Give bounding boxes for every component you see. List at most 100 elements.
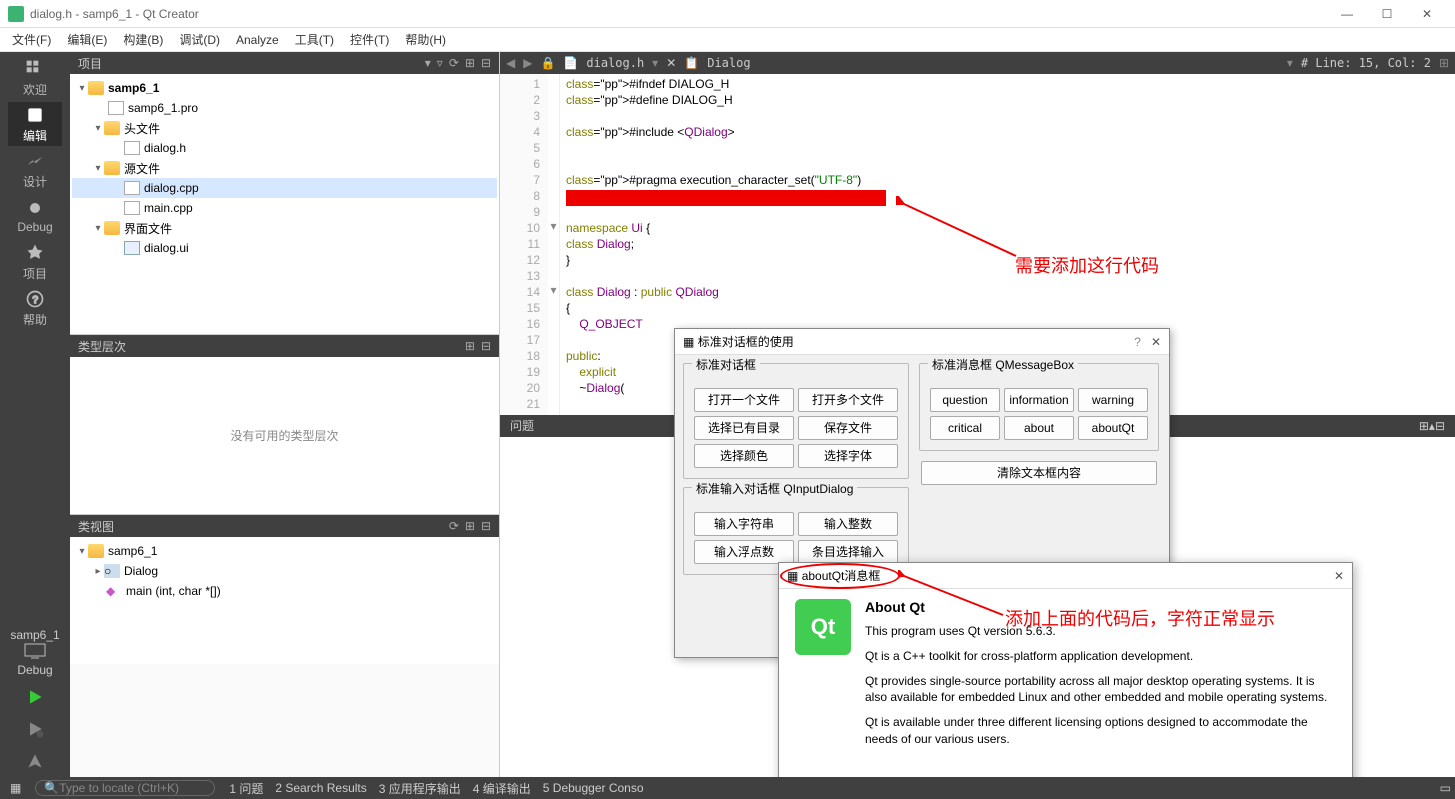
- line-info: # Line: 15, Col: 2: [1301, 56, 1431, 70]
- sync-icon[interactable]: ⟳: [449, 56, 459, 70]
- annotation-1: 需要添加这行代码: [1015, 252, 1159, 278]
- mode-design[interactable]: 设计: [8, 148, 62, 192]
- tree-pro[interactable]: samp6_1.pro: [72, 98, 497, 118]
- btn-in-item[interactable]: 条目选择输入: [798, 540, 898, 564]
- btn-aboutqt[interactable]: aboutQt: [1078, 416, 1148, 440]
- dlg1-icon: ▦: [683, 335, 694, 349]
- btn-critical[interactable]: critical: [930, 416, 1000, 440]
- build-button[interactable]: [15, 745, 55, 777]
- highlight-line: [566, 190, 886, 206]
- btn-in-int[interactable]: 输入整数: [798, 512, 898, 536]
- hierarchy-empty: 没有可用的类型层次: [70, 357, 499, 514]
- btn-warn[interactable]: warning: [1078, 388, 1148, 412]
- app-icon: [8, 6, 24, 22]
- sb-tab1[interactable]: 1 问题: [229, 780, 263, 797]
- menu-edit[interactable]: 编辑(E): [67, 31, 107, 48]
- nav-back-icon[interactable]: ◀: [506, 56, 515, 70]
- editor-filename[interactable]: dialog.h: [586, 56, 644, 70]
- sb-tab3[interactable]: 3 应用程序输出: [379, 780, 461, 797]
- project-tree: ▾samp6_1 samp6_1.pro ▾头文件 dialog.h ▾源文件 …: [70, 74, 499, 334]
- editor-crumb[interactable]: Dialog: [707, 56, 750, 70]
- sb-tab2[interactable]: 2 Search Results: [275, 781, 366, 795]
- dlg1-title: 标准对话框的使用: [698, 333, 794, 350]
- tree-sources[interactable]: ▾源文件: [72, 158, 497, 178]
- editor-tabs: ◀ ▶ 🔒 📄 dialog.h ▾ ✕ 📋 Dialog ▾ # Line: …: [500, 52, 1455, 74]
- tree-forms[interactable]: ▾界面文件: [72, 218, 497, 238]
- cv-icon[interactable]: ⟳: [449, 519, 459, 533]
- about-p3: Qt provides single-source portability ac…: [865, 673, 1335, 707]
- btn-open-one[interactable]: 打开一个文件: [694, 388, 794, 412]
- tree-root[interactable]: ▾samp6_1: [72, 78, 497, 98]
- btn-about[interactable]: about: [1004, 416, 1074, 440]
- menu-widget[interactable]: 控件(T): [350, 31, 389, 48]
- menu-tools[interactable]: 工具(T): [295, 31, 334, 48]
- classview-title: 类视图⟳⊞⊟: [70, 515, 499, 537]
- group-msgbox: 标准消息框 QMessageBox questioninformationwar…: [919, 363, 1159, 451]
- cv-root[interactable]: ▾samp6_1: [72, 541, 497, 561]
- btn-info[interactable]: information: [1004, 388, 1074, 412]
- btn-save[interactable]: 保存文件: [798, 416, 898, 440]
- titlebar: dialog.h - samp6_1 - Qt Creator — ☐ ✕: [0, 0, 1455, 28]
- mode-debug[interactable]: Debug: [8, 194, 62, 238]
- build-target[interactable]: samp6_1 Debug: [5, 624, 65, 681]
- menu-debug[interactable]: 调试(D): [179, 31, 220, 48]
- nav-fwd-icon[interactable]: ▶: [523, 56, 532, 70]
- cv-c1[interactable]: ▸○Dialog: [72, 561, 497, 581]
- sb-tab4[interactable]: 4 编译输出: [473, 780, 531, 797]
- menu-analyze[interactable]: Analyze: [236, 33, 279, 47]
- dlg1-close-icon[interactable]: ✕: [1151, 335, 1161, 349]
- close-panel-icon[interactable]: ⊟: [481, 56, 491, 70]
- btn-font[interactable]: 选择字体: [798, 444, 898, 468]
- close-button[interactable]: ✕: [1407, 7, 1447, 21]
- locator-input[interactable]: 🔍 Type to locate (Ctrl+K): [35, 780, 215, 796]
- maximize-button[interactable]: ☐: [1367, 7, 1407, 21]
- dlg2-titlebar: ▦ aboutQt消息框 ✕: [779, 563, 1352, 589]
- btn-open-many[interactable]: 打开多个文件: [798, 388, 898, 412]
- mode-sidebar: 欢迎 编辑 设计 Debug 项目 ?帮助 samp6_1 Debug: [0, 52, 70, 777]
- sb-progress-icon[interactable]: ▭: [1440, 781, 1451, 795]
- mode-project[interactable]: 项目: [8, 240, 62, 284]
- mode-help[interactable]: ?帮助: [8, 286, 62, 330]
- btn-clear[interactable]: 清除文本框内容: [921, 461, 1157, 485]
- btn-in-float[interactable]: 输入浮点数: [694, 540, 794, 564]
- lock-icon[interactable]: 🔒: [540, 56, 555, 70]
- sb-tab5[interactable]: 5 Debugger Conso: [543, 781, 644, 795]
- mode-welcome[interactable]: 欢迎: [8, 56, 62, 100]
- svg-text:?: ?: [33, 295, 39, 306]
- project-panel-title: 项目 ▾ ▿ ⟳ ⊞ ⊟: [70, 52, 499, 74]
- tree-headers[interactable]: ▾头文件: [72, 118, 497, 138]
- close-file-icon[interactable]: ✕: [666, 56, 676, 70]
- menu-help[interactable]: 帮助(H): [405, 31, 446, 48]
- cv-c2[interactable]: ◆main (int, char *[]): [72, 581, 497, 601]
- tree-s1[interactable]: dialog.cpp: [72, 178, 497, 198]
- minimize-button[interactable]: —: [1327, 7, 1367, 21]
- hierarchy-title: 类型层次⊞⊟: [70, 335, 499, 357]
- split-icon[interactable]: ⊞: [465, 56, 475, 70]
- dlg2-close-icon[interactable]: ✕: [1334, 569, 1344, 583]
- help-icon[interactable]: ?: [1134, 335, 1141, 349]
- menu-file[interactable]: 文件(F): [12, 31, 51, 48]
- statusbar: ▦ 🔍 Type to locate (Ctrl+K) 1 问题 2 Searc…: [0, 777, 1455, 799]
- tree-s2[interactable]: main.cpp: [72, 198, 497, 218]
- group-standard: 标准对话框 打开一个文件打开多个文件 选择已有目录保存文件 选择颜色选择字体: [683, 363, 909, 479]
- mode-edit[interactable]: 编辑: [8, 102, 62, 146]
- hierarchy-panel: 类型层次⊞⊟ 没有可用的类型层次: [70, 334, 499, 514]
- btn-color[interactable]: 选择颜色: [694, 444, 794, 468]
- window-title: dialog.h - samp6_1 - Qt Creator: [30, 7, 199, 21]
- filter2-icon[interactable]: ▿: [437, 56, 443, 70]
- btn-choose-dir[interactable]: 选择已有目录: [694, 416, 794, 440]
- sb-panes-icon[interactable]: ▦: [10, 781, 21, 795]
- btn-question[interactable]: question: [930, 388, 1000, 412]
- btn-in-str[interactable]: 输入字符串: [694, 512, 794, 536]
- classview-panel: 类视图⟳⊞⊟ ▾samp6_1 ▸○Dialog ◆main (int, cha…: [70, 514, 499, 664]
- run-button[interactable]: [15, 681, 55, 713]
- split-editor-icon[interactable]: ⊞: [1439, 56, 1449, 70]
- aboutqt-dialog: ▦ aboutQt消息框 ✕ Qt About Qt This program …: [778, 562, 1353, 792]
- dlg2-title: aboutQt消息框: [802, 567, 881, 584]
- close-hierarchy-icon[interactable]: ⊞: [465, 339, 475, 353]
- debug-run-button[interactable]: [15, 713, 55, 745]
- tree-f1[interactable]: dialog.ui: [72, 238, 497, 258]
- tree-h1[interactable]: dialog.h: [72, 138, 497, 158]
- menu-build[interactable]: 构建(B): [123, 31, 163, 48]
- filter-icon[interactable]: ▾: [425, 56, 431, 70]
